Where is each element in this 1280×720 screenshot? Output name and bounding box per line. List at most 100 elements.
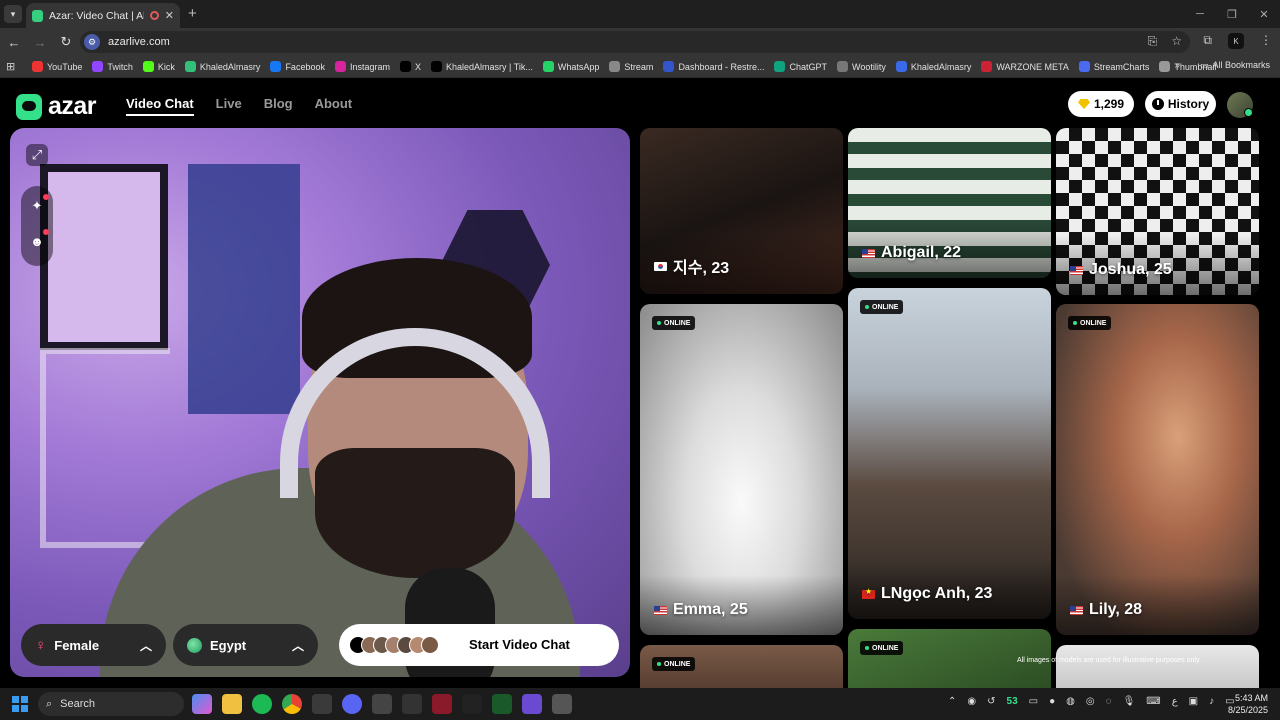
minimize-icon[interactable]: ─	[1184, 0, 1216, 28]
windows-start-icon[interactable]	[12, 696, 28, 712]
profile-card[interactable]: ONLINE LNgọc Anh, 23	[848, 288, 1051, 619]
cast-icon[interactable]: ⎘	[1148, 34, 1158, 49]
history-button[interactable]: History	[1145, 91, 1216, 117]
app-icon[interactable]	[372, 694, 392, 714]
search-icon: ⌕	[46, 697, 53, 710]
close-window-icon[interactable]: ✕	[1248, 0, 1280, 28]
profile-card[interactable]: ONLINE Emma, 25	[640, 304, 843, 635]
file-explorer-icon[interactable]	[222, 694, 242, 714]
bookmark-item[interactable]: Wootility	[837, 61, 886, 72]
bookmark-item[interactable]: WARZONE META	[981, 61, 1069, 72]
bookmark-item[interactable]: KhaledAlmasry | Tik...	[431, 61, 533, 72]
close-tab-icon[interactable]: ✕	[165, 9, 174, 22]
site-info-icon[interactable]: ⚙	[84, 34, 100, 50]
browser-toolbar: ← → ↻ ⚙ azarlive.com ⎘ ☆ ⧉ K ⋮	[0, 28, 1280, 56]
start-video-chat-button[interactable]: Start Video Chat	[339, 624, 619, 666]
tab-title: Azar: Video Chat | Alternati	[48, 9, 144, 22]
menu-icon[interactable]: ⋮	[1260, 33, 1272, 49]
reload-icon[interactable]: ↻	[54, 34, 78, 50]
tray-app-icon[interactable]: ◌	[1106, 696, 1112, 707]
extensions-icon[interactable]: ⧉	[1203, 33, 1212, 49]
new-tab-button[interactable]: +	[188, 5, 197, 22]
razer-icon[interactable]	[492, 694, 512, 714]
apps-grid-icon[interactable]: ⊞	[6, 60, 32, 73]
history-label: History	[1167, 97, 1210, 111]
gamepad-icon[interactable]	[522, 694, 542, 714]
fps-counter: 53	[1006, 696, 1018, 707]
discord-icon[interactable]	[342, 694, 362, 714]
network-icon[interactable]: ▣	[1189, 696, 1198, 707]
tab-search-icon[interactable]: ▾	[4, 5, 22, 23]
gem-icon	[1077, 99, 1090, 109]
discord-tray-icon[interactable]: ◉	[967, 696, 976, 707]
bookmark-item[interactable]: Instagram	[334, 61, 390, 72]
online-badge: ONLINE	[652, 657, 696, 671]
language-icon[interactable]: ع	[1172, 696, 1178, 707]
profile-card[interactable]: Abigail, 22	[848, 128, 1051, 278]
taskbar-clock[interactable]: 5:43 AM 8/25/2025	[1224, 692, 1268, 716]
bookmark-item[interactable]: KhaledAlmasry	[895, 61, 971, 72]
bookmark-item[interactable]: Dashboard - Restre...	[663, 61, 764, 72]
profile-card[interactable]: Joshua, 25	[1056, 128, 1259, 295]
tray-app-icon[interactable]: ●	[1049, 696, 1055, 707]
bookmark-item[interactable]: KhaledAlmasry	[184, 61, 260, 72]
azar-logo[interactable]: azar	[16, 92, 97, 121]
forward-icon[interactable]: →	[28, 35, 52, 50]
profile-card[interactable]: ONLINE Lily, 28	[1056, 304, 1259, 635]
nav-live[interactable]: Live	[216, 96, 242, 116]
bookmark-item[interactable]: StreamCharts	[1078, 61, 1149, 72]
app-icon[interactable]	[552, 694, 572, 714]
browser-tab[interactable]: Azar: Video Chat | Alternati ✕	[26, 3, 180, 28]
address-bar[interactable]: ⚙ azarlive.com ⎘ ☆	[80, 31, 1190, 53]
tray-app-icon[interactable]: ◍	[1066, 696, 1075, 707]
gems-balance-button[interactable]: 1,299	[1068, 91, 1134, 117]
nav-about[interactable]: About	[315, 96, 353, 116]
tray-app-icon[interactable]: ◎	[1086, 696, 1095, 707]
volume-icon[interactable]: ♪	[1209, 696, 1214, 707]
keyboard-icon[interactable]: ⌨	[1146, 696, 1160, 707]
expand-icon[interactable]: ⤢	[26, 144, 48, 166]
avatar-status-dot	[1244, 108, 1253, 117]
nav-video-chat[interactable]: Video Chat	[126, 96, 194, 116]
profile-card[interactable]	[1056, 645, 1259, 688]
bookmark-item[interactable]: YouTube	[32, 61, 82, 72]
profile-card[interactable]: ONLINE	[640, 645, 843, 688]
bookmark-item[interactable]: Twitch	[92, 61, 133, 72]
back-icon[interactable]: ←	[2, 35, 26, 50]
all-bookmarks-button[interactable]: ▭ All Bookmarks	[1200, 60, 1270, 71]
profile-icon[interactable]: K	[1228, 33, 1244, 49]
bookmark-item[interactable]: X	[400, 61, 421, 72]
bookmark-item[interactable]: Kick	[142, 61, 175, 72]
windows-taskbar: ⌕ Search ⌃ ◉ ↺ 53 ▭ ● ◍ ◎ ◌ 🎙 ⌨ ع ▣ ♪ ▭ …	[0, 688, 1280, 720]
obs-icon[interactable]	[312, 694, 332, 714]
country-filter-button[interactable]: Egypt ︿	[173, 624, 318, 666]
profile-card[interactable]: 지수, 23	[640, 128, 843, 294]
cod-icon[interactable]	[462, 694, 482, 714]
nav-blog[interactable]: Blog	[264, 96, 293, 116]
tray-app-icon[interactable]: ↺	[987, 696, 995, 707]
tray-app-icon[interactable]: ▭	[1029, 696, 1038, 707]
spotify-icon[interactable]	[252, 694, 272, 714]
bookmark-item[interactable]: WhatsApp	[542, 61, 599, 72]
copilot-icon[interactable]	[192, 694, 212, 714]
valorant-icon[interactable]	[432, 694, 452, 714]
app-icon[interactable]	[402, 694, 422, 714]
gender-filter-button[interactable]: ♀ Female ︿	[21, 624, 166, 666]
bookmark-label: ChatGPT	[789, 61, 827, 72]
flag-us-icon	[862, 248, 875, 258]
profile-name: Abigail, 22	[881, 244, 962, 261]
logo-text: azar	[48, 92, 97, 120]
country-label: Egypt	[210, 637, 247, 653]
taskbar-search[interactable]: ⌕ Search	[38, 692, 184, 716]
bookmark-label: WARZONE META	[996, 61, 1069, 72]
restore-icon[interactable]: ❐	[1216, 0, 1248, 28]
tray-chevron-icon[interactable]: ⌃	[948, 696, 956, 707]
bookmark-item[interactable]: Stream	[609, 61, 653, 72]
bookmark-favicon-icon	[774, 61, 786, 72]
bookmarks-overflow-icon[interactable]: »	[1174, 60, 1180, 71]
mic-icon[interactable]: 🎙	[1123, 696, 1136, 707]
bookmark-item[interactable]: ChatGPT	[774, 61, 827, 72]
chrome-icon[interactable]	[282, 694, 302, 714]
bookmark-item[interactable]: Facebook	[270, 61, 325, 72]
bookmark-star-icon[interactable]: ☆	[1171, 34, 1182, 49]
